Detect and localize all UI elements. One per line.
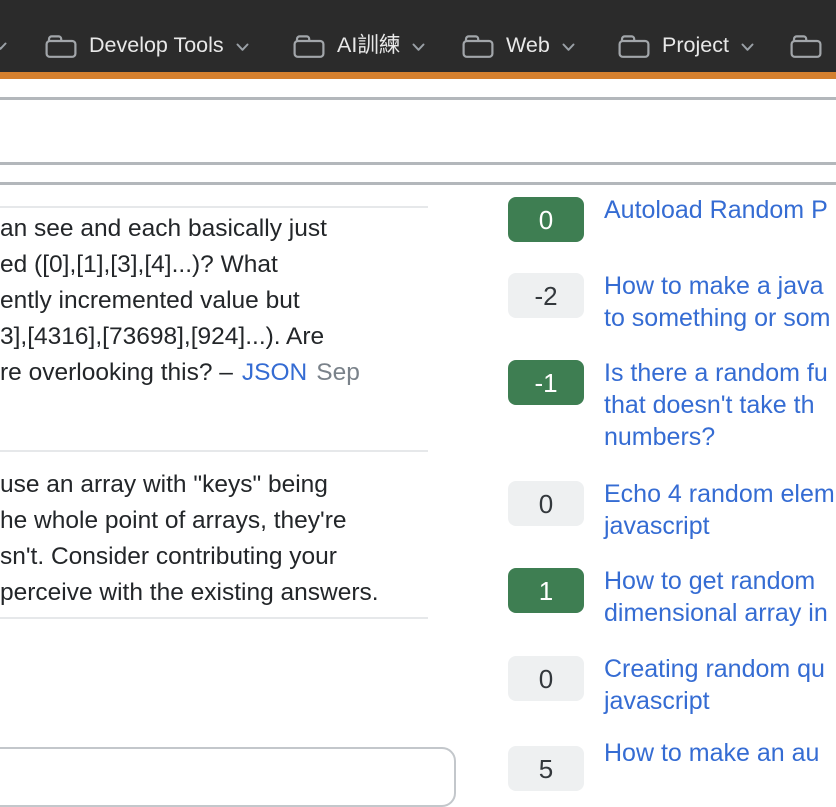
folder-icon [293,33,325,59]
bookmarks-bar: Develop Tools AI訓練 Web Project [0,0,836,72]
score-badge: -2 [508,273,584,318]
section-divider [0,182,836,185]
related-question-link[interactable]: How to make a javato something or som [604,270,836,334]
score-badge: 5 [508,746,584,791]
comment-line: he whole point of arrays, they're [0,503,432,539]
bookmark-label: Project [662,35,729,57]
comment-divider [0,450,428,452]
chevron-down-icon [412,40,425,52]
folder-icon [618,33,650,59]
bookmark-folder-ai-training[interactable]: AI訓練 [293,28,425,64]
bookmark-label: Develop Tools [89,35,224,57]
chevron-down-icon [741,40,754,52]
related-question-link[interactable]: How to get randomdimensional array in [604,565,836,629]
related-question-link[interactable]: Echo 4 random elemjavascript [604,478,836,542]
add-comment-input[interactable] [0,747,456,807]
folder-icon [790,33,822,59]
comment-author-link[interactable]: JSON [242,359,307,386]
bookmark-folder-partial[interactable] [790,28,822,64]
comment-line: ently incremented value but [0,283,432,319]
comment-line: 3],[4316],[73698],[924]...). Are [0,319,432,355]
comment-divider [0,206,428,208]
comment-meta-line: re overlooking this? – JSON Sep [0,355,432,391]
comment-line: an see and each basically just [0,211,432,247]
comment-text: an see and each basically just ed ([0],[… [0,211,432,391]
chevron-down-icon [236,40,249,52]
score-badge: 0 [508,481,584,526]
comment-divider [0,617,428,619]
chevron-down-icon [0,38,7,56]
score-badge: 1 [508,568,584,613]
comment-date-link[interactable]: Sep [316,359,360,386]
related-question-link[interactable]: How to make an au [604,737,836,769]
related-question-link[interactable]: Is there a random futhat doesn't take th… [604,357,836,453]
bookmark-folder-web[interactable]: Web [462,28,575,64]
folder-icon [45,33,77,59]
bookmark-label: Web [506,35,550,57]
related-question-link[interactable]: Creating random qujavascript [604,653,836,717]
score-badge: 0 [508,197,584,242]
score-badge: 0 [508,656,584,701]
comment-text: use an array with "keys" being he whole … [0,467,432,611]
related-question-link[interactable]: Autoload Random P [604,194,836,226]
section-divider [0,162,836,165]
comment-line: sn't. Consider contributing your [0,539,432,575]
bookmark-folder-project[interactable]: Project [618,28,754,64]
score-badge: -1 [508,360,584,405]
comment-line: use an array with "keys" being [0,467,432,503]
section-divider [0,97,836,100]
comment-line: perceive with the existing answers. [0,575,432,611]
bookmark-label: AI訓練 [337,35,400,57]
comment-line: re overlooking this? – [0,359,233,386]
comment-line: ed ([0],[1],[3],[4]...)? What [0,247,432,283]
folder-icon [462,33,494,59]
header-accent-bar [0,72,836,79]
chevron-down-icon [562,40,575,52]
bookmark-folder-develop-tools[interactable]: Develop Tools [45,28,249,64]
